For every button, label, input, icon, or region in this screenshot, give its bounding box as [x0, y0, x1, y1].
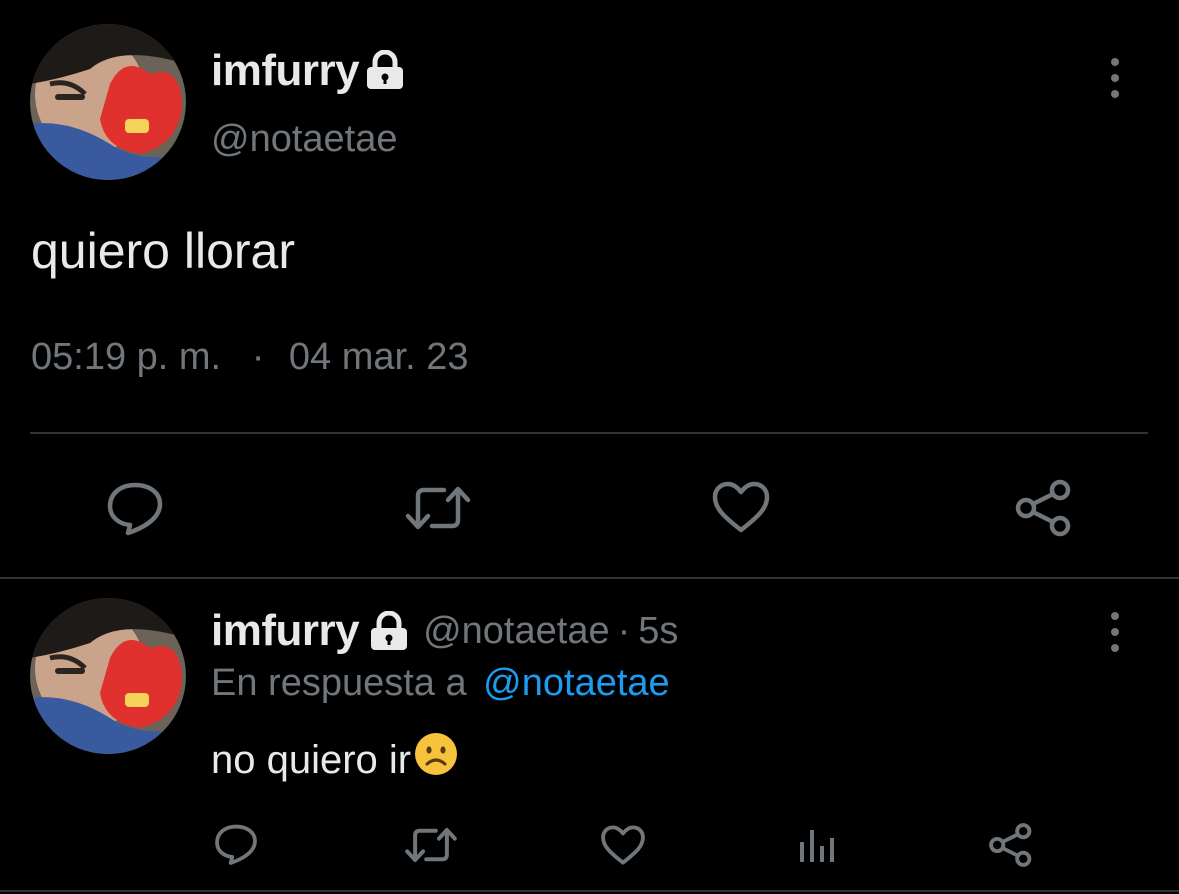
- main-tweet-date[interactable]: 04 mar. 23: [289, 336, 469, 378]
- analytics-icon[interactable]: [798, 826, 836, 864]
- like-icon[interactable]: [600, 824, 646, 866]
- main-tweet-text: quiero llorar: [31, 223, 296, 279]
- reply-icon[interactable]: [214, 822, 258, 866]
- reply-text: no quiero ir: [211, 731, 459, 789]
- reply-display-name[interactable]: imfurry: [211, 606, 360, 656]
- main-tweet-display-name[interactable]: imfurry: [211, 46, 360, 96]
- main-tweet-avatar[interactable]: [30, 24, 186, 180]
- main-tweet-meta: 05:19 p. m. · 04 mar. 23: [31, 334, 468, 380]
- lock-icon: [363, 50, 407, 90]
- reply-dot: ·: [617, 609, 631, 652]
- reply-more-options-icon[interactable]: [1110, 612, 1120, 652]
- main-tweet-more-options-icon[interactable]: [1110, 58, 1120, 98]
- retweet-icon[interactable]: [404, 482, 472, 534]
- main-tweet-time[interactable]: 05:19 p. m.: [31, 336, 221, 378]
- reply-handle[interactable]: @notaetae: [423, 610, 610, 653]
- share-icon[interactable]: [988, 822, 1034, 868]
- reply-age[interactable]: 5s: [638, 610, 678, 653]
- reply-avatar[interactable]: [30, 598, 186, 754]
- reply-icon[interactable]: [106, 480, 164, 536]
- bottom-divider: [0, 890, 1179, 892]
- lock-icon: [367, 611, 411, 651]
- share-icon[interactable]: [1014, 478, 1074, 538]
- frowning-face-icon: [413, 731, 459, 789]
- reply-text-body: no quiero ir: [211, 738, 412, 782]
- reply-header: imfurry @notaetae · 5s: [211, 606, 678, 656]
- section-divider: [0, 577, 1179, 579]
- meta-separator: ·: [251, 336, 265, 378]
- reply-context: En respuesta a @notaetae: [211, 660, 670, 706]
- reply-prefix: En respuesta a: [211, 662, 467, 704]
- main-tweet-divider: [30, 432, 1148, 434]
- retweet-icon[interactable]: [404, 824, 458, 866]
- reply-to-link[interactable]: @notaetae: [483, 662, 670, 704]
- main-tweet-handle[interactable]: @notaetae: [211, 116, 398, 162]
- like-icon[interactable]: [711, 480, 771, 534]
